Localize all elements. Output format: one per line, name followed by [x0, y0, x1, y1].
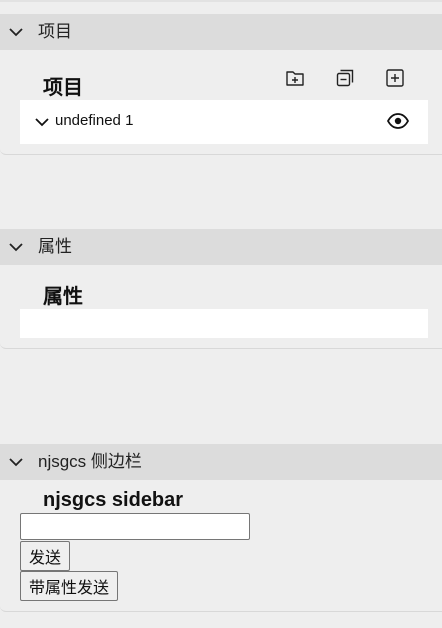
properties-panel: [20, 309, 428, 338]
sidebar-section-header[interactable]: njsgcs 侧边栏: [0, 444, 442, 480]
project-tree: undefined 1: [20, 100, 428, 144]
eye-icon[interactable]: [386, 111, 410, 131]
sidebar-title: njsgcs sidebar: [43, 489, 184, 511]
projects-section-header[interactable]: 项目: [0, 14, 442, 50]
collapse-all-icon[interactable]: [335, 68, 355, 88]
projects-section-header-label: 项目: [38, 22, 72, 41]
top-edge: [0, 0, 442, 2]
chevron-down-icon[interactable]: [34, 114, 50, 130]
chevron-down-icon: [9, 243, 23, 252]
properties-section: 属性 属性: [0, 229, 442, 349]
projects-title: 项目: [43, 77, 83, 99]
properties-section-header-label: 属性: [38, 237, 72, 256]
properties-section-header[interactable]: 属性: [0, 229, 442, 265]
square-plus-icon[interactable]: [385, 68, 405, 88]
tree-item[interactable]: undefined 1: [20, 100, 428, 144]
folder-plus-icon[interactable]: [285, 68, 305, 88]
chevron-down-icon: [9, 28, 23, 37]
projects-section: 项目 项目 undefined 1: [0, 14, 442, 155]
properties-title: 属性: [43, 286, 83, 308]
chevron-down-icon: [9, 458, 23, 467]
send-button[interactable]: 发送: [20, 541, 71, 571]
tree-item-label: undefined 1: [55, 112, 134, 129]
message-input[interactable]: [20, 513, 250, 540]
sidebar-section: njsgcs 侧边栏 njsgcs sidebar 发送 带属性发送: [0, 444, 442, 612]
send-with-properties-button[interactable]: 带属性发送: [20, 571, 119, 601]
sidebar-section-header-label: njsgcs 侧边栏: [38, 452, 142, 471]
